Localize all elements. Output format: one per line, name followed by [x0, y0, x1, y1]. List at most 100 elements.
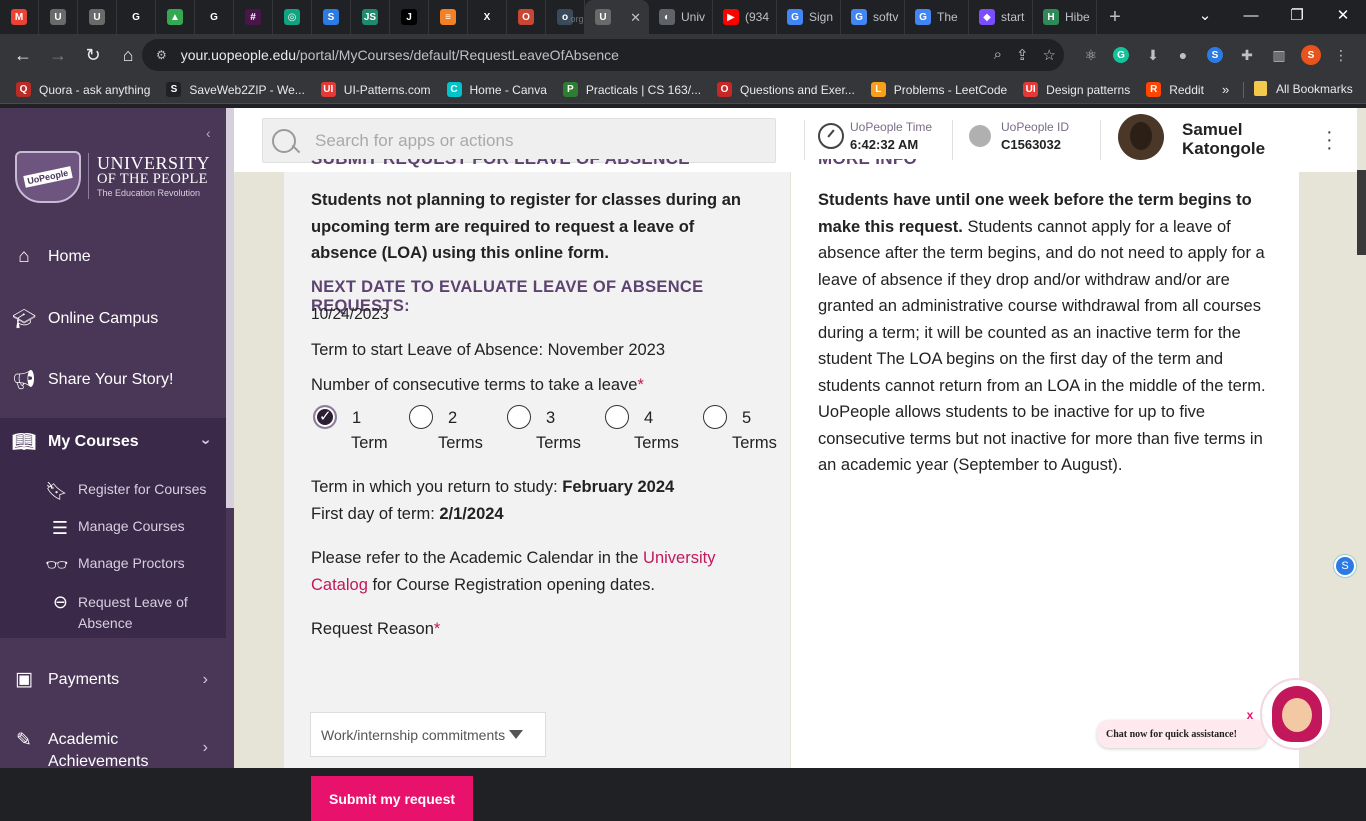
- oracle-icon: O: [518, 9, 534, 25]
- avatar[interactable]: [1118, 114, 1164, 160]
- back-button[interactable]: ←: [7, 39, 39, 71]
- term-radio-1[interactable]: [313, 405, 337, 429]
- url-text: your.uopeople.edu/portal/MyCourses/defau…: [181, 47, 619, 63]
- uopeople-logo[interactable]: UoPeople: [15, 151, 81, 203]
- zoom-icon[interactable]: ⌕: [994, 46, 1002, 64]
- browser-tab[interactable]: U: [78, 0, 117, 34]
- bookmark-item[interactable]: L Problems - LeetCode: [870, 82, 1007, 97]
- download-icon[interactable]: ⬇: [1142, 44, 1164, 66]
- browser-tab[interactable]: Gsoftv: [841, 0, 905, 34]
- bookmark-item[interactable]: C Home - Canva: [446, 82, 547, 97]
- time-label: UoPeople Time: [850, 120, 933, 134]
- sidebar-item-share-story[interactable]: 📢︎ Share Your Story!: [0, 368, 226, 392]
- bookmarks-overflow-button[interactable]: »: [1222, 82, 1229, 97]
- forward-button[interactable]: →: [42, 39, 74, 71]
- more-options-icon[interactable]: · · ·: [1326, 122, 1333, 158]
- browser-tab[interactable]: #: [234, 0, 273, 34]
- browser-tab[interactable]: U: [39, 0, 78, 34]
- close-tab-icon[interactable]: ✕: [630, 10, 641, 26]
- minimize-button[interactable]: —: [1228, 0, 1274, 30]
- sidebar-scrollbar[interactable]: [226, 108, 234, 508]
- close-window-button[interactable]: ✕: [1320, 0, 1366, 30]
- reload-button[interactable]: ↻: [77, 39, 109, 71]
- browser-tab[interactable]: ◆ start: [969, 0, 1033, 34]
- sidebar-item-online-campus[interactable]: 🎓︎ Online Campus: [0, 307, 226, 331]
- slack-icon: #: [245, 9, 261, 25]
- profile-avatar[interactable]: S: [1300, 44, 1322, 66]
- browser-tab[interactable]: ◐ Univ: [649, 0, 713, 34]
- chat-agent-avatar[interactable]: [1260, 678, 1332, 750]
- browser-tab[interactable]: ≡: [429, 0, 468, 34]
- sidebar-subitem-manage-proctors[interactable]: 👓︎ Manage Proctors: [0, 555, 226, 576]
- browser-tab[interactable]: S: [312, 0, 351, 34]
- bookmark-item[interactable]: S SaveWeb2ZIP - We...: [166, 82, 305, 97]
- restore-button[interactable]: ❐: [1274, 0, 1320, 30]
- new-tab-button[interactable]: +: [1097, 0, 1133, 34]
- browser-tab[interactable]: H Hibe: [1033, 0, 1097, 34]
- request-reason-label-text: Request Reason: [311, 620, 434, 638]
- bookmark-star-icon[interactable]: ☆: [1043, 46, 1056, 64]
- submit-request-button[interactable]: Submit my request: [311, 776, 473, 821]
- bookmark-item[interactable]: R Reddit: [1146, 82, 1204, 97]
- browser-tab[interactable]: O: [507, 0, 546, 34]
- browser-tab[interactable]: G The: [905, 0, 969, 34]
- browser-tab[interactable]: o .org: [546, 0, 585, 34]
- bookmark-item[interactable]: O Questions and Exer...: [717, 82, 855, 97]
- term-radio-2[interactable]: [409, 405, 433, 429]
- user-name[interactable]: Samuel Katongole: [1182, 120, 1265, 158]
- bookmark-item[interactable]: UI Design patterns: [1023, 82, 1130, 97]
- browser-tab[interactable]: G: [195, 0, 234, 34]
- term-radio-5[interactable]: [703, 405, 727, 429]
- leave-request-form: SUBMIT REQUEST FOR LEAVE OF ABSENCE Stud…: [284, 159, 790, 821]
- all-bookmarks-button[interactable]: All Bookmarks: [1254, 81, 1353, 96]
- browser-tab[interactable]: ▲: [156, 0, 195, 34]
- browser-tab-active[interactable]: U ✕: [585, 0, 649, 34]
- bookmark-item[interactable]: P Practicals | CS 163/...: [562, 82, 701, 97]
- site-info-icon[interactable]: ⚙: [156, 48, 167, 62]
- home-button[interactable]: ⌂: [112, 39, 144, 71]
- browser-menu-icon[interactable]: ⋮: [1330, 44, 1352, 66]
- bookmark-favicon-icon: P: [562, 82, 578, 97]
- react-devtools-icon[interactable]: ⚛: [1080, 44, 1102, 66]
- request-reason-label: Request Reason*: [311, 616, 440, 643]
- catalog-note: Please refer to the Academic Calendar in…: [311, 545, 761, 598]
- sidebar-subitem-request-leave[interactable]: ⊖ Request Leave of Absence: [0, 592, 226, 634]
- sidebar-subitem-label: Register for Courses: [78, 481, 207, 497]
- s-icon: S: [323, 9, 339, 25]
- puzzle-icon[interactable]: ✚: [1236, 44, 1258, 66]
- extension-bulb-icon[interactable]: ●: [1172, 44, 1194, 66]
- sidebar-item-my-courses[interactable]: 📖︎ My Courses ›: [0, 430, 226, 454]
- s-floating-button[interactable]: S: [1333, 554, 1357, 578]
- search-input[interactable]: Search for apps or actions: [262, 118, 776, 163]
- browser-tab[interactable]: J: [390, 0, 429, 34]
- bookmark-label: Design patterns: [1046, 82, 1131, 97]
- bookmark-item[interactable]: Q Quora - ask anything: [16, 82, 150, 97]
- sidebar-item-payments[interactable]: ▣ Payments ›: [0, 668, 226, 691]
- bookmark-item[interactable]: UI UI-Patterns.com: [320, 82, 431, 97]
- chat-close-button[interactable]: x: [1240, 708, 1260, 726]
- browser-tab[interactable]: ▶ (934: [713, 0, 777, 34]
- topbar-divider: [1100, 120, 1101, 160]
- request-reason-select[interactable]: Work/internship commitments: [310, 712, 546, 757]
- sidebar-item-home[interactable]: ⌂ Home: [0, 246, 226, 268]
- browser-tab[interactable]: JS: [351, 0, 390, 34]
- side-panel-icon[interactable]: ▥: [1268, 44, 1290, 66]
- browser-tab[interactable]: M: [0, 0, 39, 34]
- page-scrollbar-thumb[interactable]: [1357, 170, 1366, 255]
- term-radio-4[interactable]: [605, 405, 629, 429]
- sidebar-item-label: Share Your Story!: [48, 371, 174, 388]
- address-bar[interactable]: ⚙ your.uopeople.edu/portal/MyCourses/def…: [142, 39, 1064, 71]
- tab-search-button[interactable]: ⌄: [1182, 0, 1228, 30]
- collapse-sidebar-icon[interactable]: ‹: [206, 125, 211, 141]
- s-extension-icon[interactable]: S: [1204, 44, 1226, 66]
- sidebar-subitem-manage-courses[interactable]: ☰ Manage Courses: [0, 518, 226, 539]
- grammarly-icon[interactable]: G: [1110, 44, 1132, 66]
- share-icon[interactable]: ⇪: [1016, 46, 1029, 64]
- browser-tab[interactable]: ◎: [273, 0, 312, 34]
- term-radio-3[interactable]: [507, 405, 531, 429]
- browser-tab[interactable]: X: [468, 0, 507, 34]
- browser-tab[interactable]: G Sign: [777, 0, 841, 34]
- sidebar-item-academic-achievements[interactable]: ✎ Academic Achievements ›: [0, 729, 226, 773]
- browser-tab[interactable]: G: [117, 0, 156, 34]
- sidebar-subitem-register[interactable]: 🔖︎ Register for Courses: [0, 481, 226, 502]
